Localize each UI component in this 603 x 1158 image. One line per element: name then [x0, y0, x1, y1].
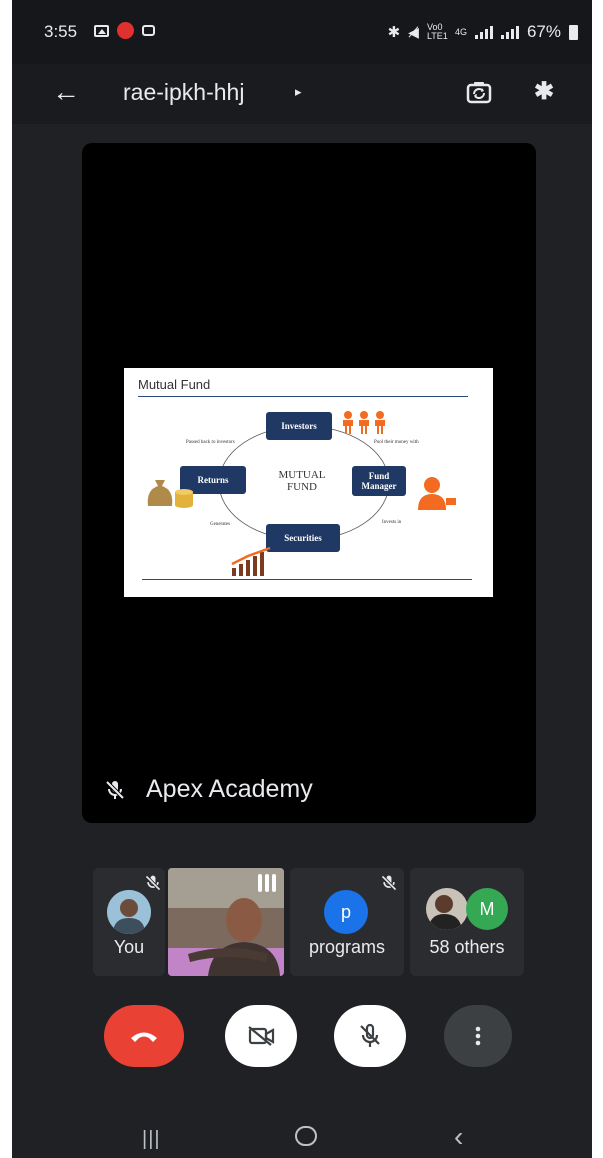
mic-toggle-button[interactable]: [334, 1005, 406, 1067]
profile-photo-icon: [426, 888, 468, 930]
mutual-fund-center-label: MUTUAL FUND: [267, 469, 337, 493]
note-bottom-left: Generates: [210, 522, 230, 527]
mute-status-icon: ◀̸: [408, 23, 419, 40]
slide-bottom-rule: [142, 579, 472, 580]
participant-label: You: [113, 937, 145, 957]
avatar: p: [324, 890, 368, 934]
bluetooth-audio-icon[interactable]: ✱: [534, 77, 554, 106]
carrier-notification-icon: [117, 22, 134, 39]
center-label-line1: MUTUAL: [278, 469, 326, 481]
stage-footer: Apex Academy: [104, 775, 313, 804]
avatar: [426, 888, 468, 930]
participant-tile-others[interactable]: M 58 others: [410, 868, 524, 976]
center-label-line2: FUND: [287, 481, 317, 493]
participant-tile-programs[interactable]: p programs: [290, 868, 404, 976]
presentation-stage[interactable]: Mutual Fund Investors Returns Fund Manag…: [82, 143, 536, 823]
fund-manager-line1: Fund: [368, 471, 390, 481]
home-icon[interactable]: [295, 1126, 317, 1146]
status-system-icons: ✱ ◀̸ Vo0 LTE1 4G 67%: [388, 22, 578, 42]
battery-percent: 67%: [526, 22, 561, 41]
meeting-app-bar: ← rae-ipkh-hhj ▸ ✱: [12, 64, 592, 124]
gallery-notification-icon: [94, 24, 109, 37]
profile-photo-icon: [107, 890, 151, 934]
nav-back-icon[interactable]: ‹: [454, 1121, 463, 1153]
shared-slide: Mutual Fund Investors Returns Fund Manag…: [124, 368, 493, 597]
securities-box: Securities: [266, 524, 340, 552]
meet-screen: 3:55 ✱ ◀̸ Vo0 LTE1 4G 67% ← rae-ipkh-hhj…: [12, 0, 592, 1158]
money-bag-icon: [147, 480, 193, 508]
video-off-icon: [248, 1026, 275, 1046]
more-vertical-icon: [475, 1026, 481, 1046]
note-top-right: Pool their money with: [374, 440, 419, 445]
investors-people-icon: [343, 411, 385, 434]
investors-box: Investors: [266, 412, 332, 440]
end-call-button[interactable]: [104, 1005, 184, 1067]
speaking-indicator-icon: [258, 874, 276, 892]
battery-icon: [569, 24, 578, 40]
avatar: M: [466, 888, 508, 930]
mic-off-icon: [381, 875, 397, 891]
presenter-name: Apex Academy: [146, 775, 313, 803]
mic-off-icon: [145, 875, 161, 891]
status-time: 3:55: [44, 22, 78, 41]
fund-manager-person-icon: [418, 477, 456, 510]
recents-icon[interactable]: |||: [142, 1128, 161, 1151]
back-arrow-icon[interactable]: ←: [52, 76, 80, 108]
bluetooth-status-icon: ✱: [387, 24, 401, 41]
switch-camera-icon[interactable]: [464, 78, 494, 108]
meeting-details-caret-icon[interactable]: ▸: [295, 84, 302, 100]
avatar: [107, 890, 151, 934]
participant-label: 58 others: [429, 937, 505, 957]
participant-tile-video[interactable]: [168, 868, 284, 976]
status-notification-icons: [94, 22, 155, 39]
more-options-button[interactable]: [444, 1005, 512, 1067]
participant-tile-you[interactable]: You: [93, 868, 165, 976]
phone-hangup-icon: [131, 1032, 157, 1042]
signal-1-icon: [474, 25, 493, 39]
note-top-left: Passed back to investors: [186, 440, 235, 445]
volte-indicator: Vo0 LTE1: [426, 22, 448, 41]
mic-off-icon: [105, 780, 125, 799]
note-bottom-right: Invests in: [382, 520, 402, 525]
participant-label: programs: [308, 937, 386, 957]
meeting-code[interactable]: rae-ipkh-hhj: [123, 79, 244, 106]
mic-off-icon: [360, 1023, 380, 1047]
status-bar: 3:55 ✱ ◀̸ Vo0 LTE1 4G 67%: [12, 0, 592, 64]
fund-manager-line2: Manager: [361, 481, 397, 491]
growth-chart-icon: [231, 546, 271, 576]
signal-2-icon: [500, 25, 519, 39]
screen-record-icon: [142, 25, 155, 36]
fund-manager-box: Fund Manager: [352, 466, 406, 496]
camera-toggle-button[interactable]: [225, 1005, 297, 1067]
system-navigation-bar: ||| ‹: [12, 1094, 592, 1158]
network-type-indicator: 4G: [454, 26, 467, 37]
